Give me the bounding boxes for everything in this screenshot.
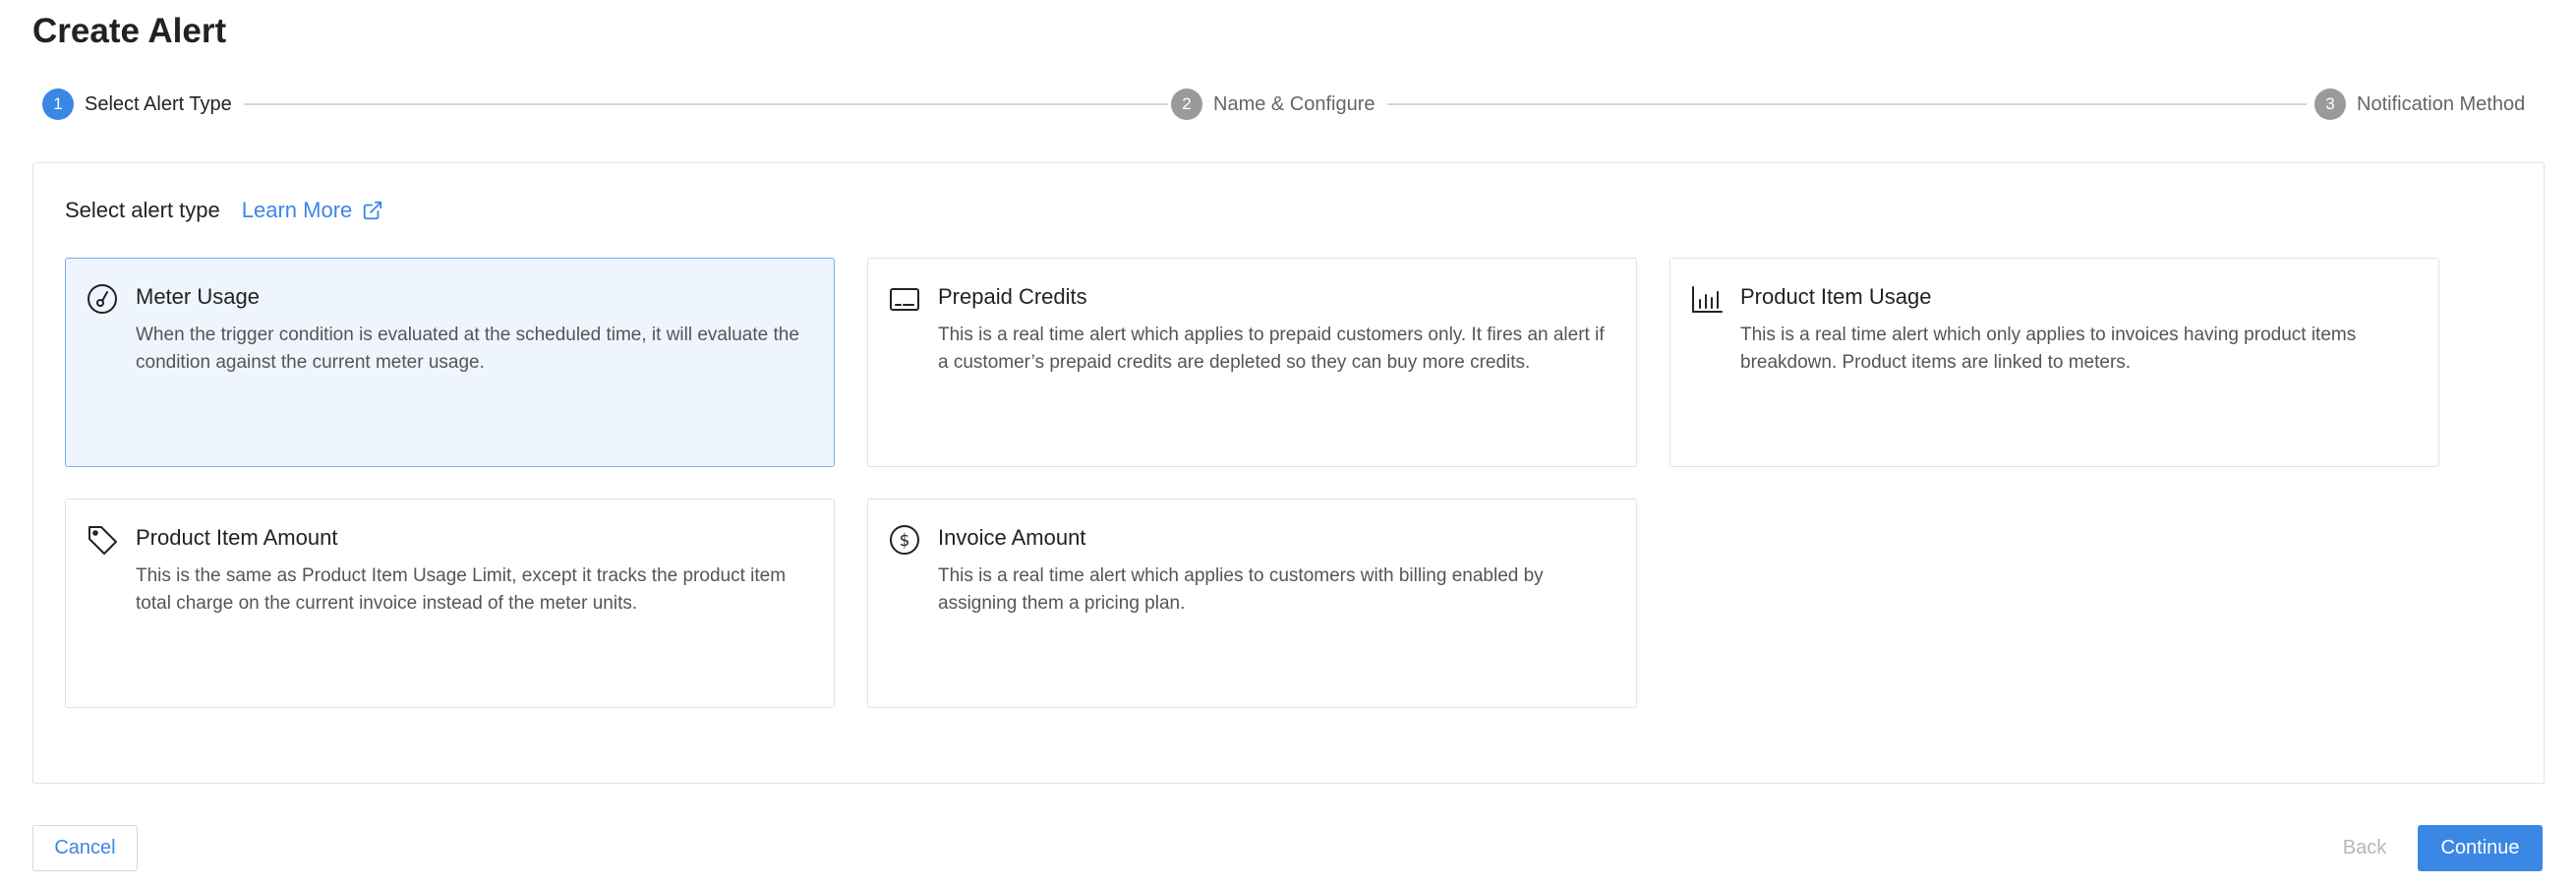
card-description: When the trigger condition is evaluated … [136,325,799,373]
external-link-icon [364,201,382,220]
card-description: This is a real time alert which only app… [1740,325,2357,373]
back-button[interactable]: Back [2330,825,2399,871]
alert-type-card-product-item-amount[interactable]: Product Item Amount This is the same as … [65,499,835,708]
step-select-alert-type[interactable]: 1 Select Alert Type [42,88,232,121]
alert-type-panel: Select alert type Learn More Meter Usage… [32,162,2545,784]
step-name-configure[interactable]: 2 Name & Configure [1171,88,1376,121]
step-label: Notification Method [2357,92,2526,115]
learn-more-label: Learn More [241,198,353,222]
step-label: Name & Configure [1213,92,1376,115]
bar-chart-icon [1692,286,1723,313]
section-label: Select alert type [65,198,220,222]
card-title: Meter Usage [136,284,260,309]
continue-button[interactable]: Continue [2418,825,2543,871]
step-number: 3 [2314,89,2346,120]
cancel-button[interactable]: Cancel [32,825,138,871]
alert-type-card-prepaid-credits[interactable]: Prepaid Credits This is a real time aler… [867,258,1637,467]
card-description: This is a real time alert which applies … [938,565,1544,614]
step-label: Select Alert Type [85,92,232,115]
alert-type-card-invoice-amount[interactable]: $ Invoice Amount This is a real time ale… [867,499,1637,708]
card-title: Product Item Amount [136,525,338,550]
dollar-circle-icon: $ [890,525,919,555]
card-title: Prepaid Credits [938,284,1087,309]
card-description: This is the same as Product Item Usage L… [136,565,787,614]
alert-type-card-meter-usage[interactable]: Meter Usage When the trigger condition i… [65,258,835,467]
svg-text:$: $ [900,531,910,551]
page-title: Create Alert [32,12,227,50]
step-notification-method[interactable]: 3 Notification Method [2314,88,2525,121]
learn-more-link[interactable]: Learn More [242,198,384,223]
stepper: 1 Select Alert Type 2 Name & Configure 3… [42,88,2535,121]
card-description: This is a real time alert which applies … [938,325,1605,373]
card-title: Invoice Amount [938,525,1086,550]
gauge-icon [88,284,117,314]
step-number: 2 [1171,89,1202,120]
card-icon [890,288,919,311]
alert-type-card-product-item-usage[interactable]: Product Item Usage This is a real time a… [1669,258,2439,467]
step-connector [1387,103,2307,105]
step-number: 1 [42,89,74,120]
card-title: Product Item Usage [1740,284,1932,309]
panel-header: Select alert type Learn More [65,198,383,223]
tag-icon [88,526,117,555]
step-connector [244,103,1168,105]
